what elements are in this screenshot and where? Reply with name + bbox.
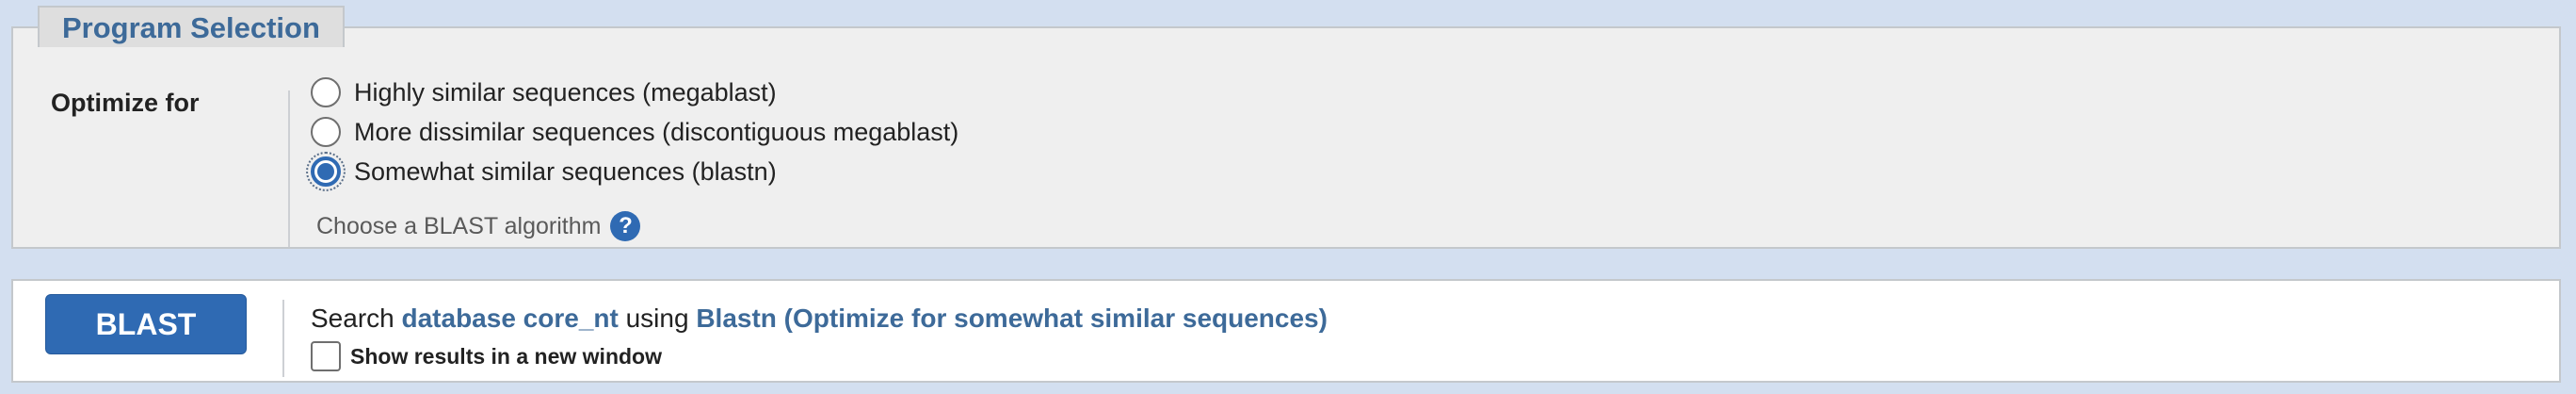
program-selection-fieldset: Optimize for Highly similar sequences (m…: [11, 26, 2561, 249]
radio-discontiguous-megablast[interactable]: More dissimilar sequences (discontiguous…: [311, 115, 958, 149]
question-icon[interactable]: ?: [610, 211, 641, 241]
using-text: using: [625, 304, 689, 333]
database-link[interactable]: database core_nt: [402, 304, 619, 333]
radio-selected-dot: [317, 163, 334, 180]
new-window-checkbox[interactable]: [311, 341, 341, 371]
radio-button-megablast[interactable]: [311, 77, 341, 107]
radio-label-discontiguous-megablast: More dissimilar sequences (discontiguous…: [354, 117, 959, 146]
new-window-option[interactable]: Show results in a new window: [311, 341, 662, 371]
optimize-for-label: Optimize for: [51, 89, 200, 117]
blast-button[interactable]: BLAST: [45, 294, 247, 354]
radio-label-megablast: Highly similar sequences (megablast): [354, 77, 777, 107]
program-selection-legend: Program Selection: [38, 6, 345, 47]
radio-button-blastn[interactable]: [306, 152, 346, 191]
search-prefix: Search: [311, 304, 394, 333]
new-window-label: Show results in a new window: [350, 343, 662, 369]
algorithm-hint: Choose a BLAST algorithm ?: [316, 211, 641, 241]
page: Optimize for Highly similar sequences (m…: [0, 0, 2576, 394]
radio-button-discontiguous-megablast[interactable]: [311, 117, 341, 147]
divider: [282, 300, 284, 377]
search-summary: Search database core_nt using Blastn (Op…: [311, 304, 1328, 334]
algorithm-hint-text: Choose a BLAST algorithm: [316, 212, 602, 239]
divider: [288, 90, 290, 247]
blast-submit-bar: BLAST Search database core_nt using Blas…: [11, 279, 2561, 383]
radio-label-blastn: Somewhat similar sequences (blastn): [354, 156, 777, 186]
radio-megablast[interactable]: Highly similar sequences (megablast): [311, 75, 777, 109]
radio-blastn[interactable]: Somewhat similar sequences (blastn): [306, 152, 777, 191]
program-link[interactable]: Blastn (Optimize for somewhat similar se…: [696, 304, 1328, 333]
